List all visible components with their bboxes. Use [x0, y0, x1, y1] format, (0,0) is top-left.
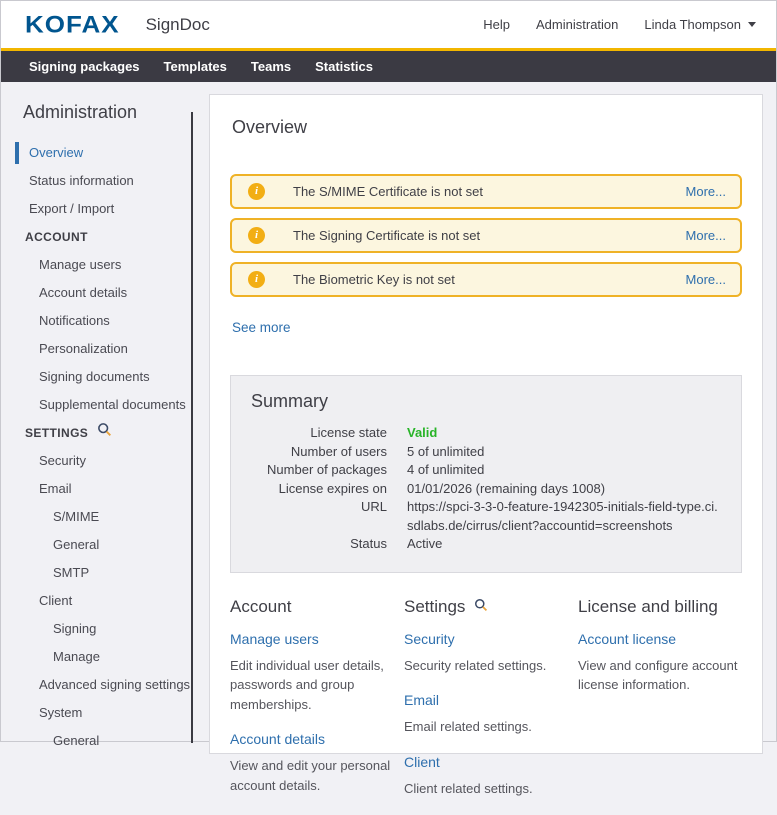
- sidebar-item-client[interactable]: Client: [1, 587, 191, 615]
- sidebar-item-status-information[interactable]: Status information: [1, 167, 191, 195]
- content-area: Administration Overview Status informati…: [1, 82, 776, 743]
- sidebar-item-supplemental-documents[interactable]: Supplemental documents: [1, 391, 191, 419]
- sidebar-item-notifications[interactable]: Notifications: [1, 307, 191, 335]
- summary-box: Summary License state Valid Number of us…: [230, 375, 742, 573]
- alert-smime-certificate: i The S/MIME Certificate is not set More…: [230, 174, 742, 209]
- sidebar-item-account-details[interactable]: Account details: [1, 279, 191, 307]
- license-billing-column: License and billing Account license View…: [578, 597, 742, 815]
- summary-row-license-state: License state Valid: [251, 424, 721, 443]
- header-links: Help Administration Linda Thompson: [483, 17, 756, 32]
- alert-text: The S/MIME Certificate is not set: [293, 184, 483, 199]
- sidebar-item-personalization[interactable]: Personalization: [1, 335, 191, 363]
- summary-row-number-of-packages: Number of packages 4 of unlimited: [251, 461, 721, 480]
- kofax-logo: KOFAX: [25, 10, 120, 39]
- summary-title: Summary: [251, 391, 721, 412]
- summary-label: URL: [251, 498, 387, 535]
- license-state-value: Valid: [407, 424, 721, 443]
- summary-value: 5 of unlimited: [407, 443, 721, 462]
- page-title: Overview: [232, 117, 742, 138]
- top-header: KOFAX SignDoc Help Administration Linda …: [1, 1, 776, 48]
- sidebar-item-advanced-signing-settings[interactable]: Advanced signing settings: [1, 671, 191, 699]
- alert-more-link[interactable]: More...: [686, 184, 726, 199]
- caret-down-icon: [748, 22, 756, 27]
- product-name: SignDoc: [146, 15, 210, 35]
- account-details-link[interactable]: Account details: [230, 731, 394, 747]
- sidebar-title: Administration: [1, 96, 191, 139]
- shortcut-columns: Account Manage users Edit individual use…: [230, 597, 742, 815]
- sidebar-item-system[interactable]: System: [1, 699, 191, 727]
- sidebar-item-email-general[interactable]: General: [1, 531, 191, 559]
- manage-users-link[interactable]: Manage users: [230, 631, 394, 647]
- sidebar-item-email[interactable]: Email: [1, 475, 191, 503]
- sidebar-item-export-import[interactable]: Export / Import: [1, 195, 191, 223]
- nav-teams[interactable]: Teams: [251, 59, 291, 74]
- sidebar-section-settings: SETTINGS: [1, 419, 191, 447]
- search-icon[interactable]: [474, 597, 488, 617]
- manage-users-description: Edit individual user details, passwords …: [230, 656, 394, 715]
- sidebar-item-system-general[interactable]: General: [1, 727, 191, 755]
- search-icon[interactable]: [97, 419, 112, 447]
- security-description: Security related settings.: [404, 656, 568, 676]
- alert-text: The Signing Certificate is not set: [293, 228, 480, 243]
- help-link[interactable]: Help: [483, 17, 510, 32]
- settings-title-label: Settings: [404, 597, 465, 617]
- nav-signing-packages[interactable]: Signing packages: [29, 59, 140, 74]
- account-license-description: View and configure account license infor…: [578, 656, 742, 695]
- sidebar-item-client-signing[interactable]: Signing: [1, 615, 191, 643]
- settings-column: Settings Security Security related setti…: [404, 597, 568, 815]
- sidebar-item-smime[interactable]: S/MIME: [1, 503, 191, 531]
- summary-url-value: https://spci-3-3-0-feature-1942305-initi…: [407, 498, 721, 535]
- alert-text: The Biometric Key is not set: [293, 272, 455, 287]
- account-column-title: Account: [230, 597, 394, 617]
- info-icon: i: [248, 227, 265, 244]
- account-details-description: View and edit your personal account deta…: [230, 756, 394, 795]
- summary-label: Number of packages: [251, 461, 387, 480]
- summary-label: Status: [251, 535, 387, 554]
- summary-label: License state: [251, 424, 387, 443]
- info-icon: i: [248, 271, 265, 288]
- sidebar-item-security[interactable]: Security: [1, 447, 191, 475]
- overview-panel: Overview i The S/MIME Certificate is not…: [209, 94, 763, 754]
- summary-row-status: Status Active: [251, 535, 721, 554]
- summary-value: 4 of unlimited: [407, 461, 721, 480]
- info-icon: i: [248, 183, 265, 200]
- summary-label: License expires on: [251, 480, 387, 499]
- main-navbar: Signing packages Templates Teams Statist…: [1, 51, 776, 82]
- email-link[interactable]: Email: [404, 692, 568, 708]
- license-billing-column-title: License and billing: [578, 597, 742, 617]
- sidebar-item-smtp[interactable]: SMTP: [1, 559, 191, 587]
- alert-more-link[interactable]: More...: [686, 228, 726, 243]
- client-link[interactable]: Client: [404, 754, 568, 770]
- user-name: Linda Thompson: [644, 17, 741, 32]
- email-description: Email related settings.: [404, 717, 568, 737]
- nav-statistics[interactable]: Statistics: [315, 59, 373, 74]
- administration-link[interactable]: Administration: [536, 17, 618, 32]
- sidebar-item-overview[interactable]: Overview: [1, 139, 191, 167]
- summary-row-license-expires: License expires on 01/01/2026 (remaining…: [251, 480, 721, 499]
- see-more-link[interactable]: See more: [232, 320, 291, 335]
- alert-list: i The S/MIME Certificate is not set More…: [230, 174, 742, 297]
- alert-more-link[interactable]: More...: [686, 272, 726, 287]
- admin-sidebar: Administration Overview Status informati…: [1, 82, 191, 743]
- client-description: Client related settings.: [404, 779, 568, 799]
- sidebar-divider: [191, 112, 193, 743]
- summary-value: Active: [407, 535, 721, 554]
- sidebar-item-signing-documents[interactable]: Signing documents: [1, 363, 191, 391]
- settings-column-title: Settings: [404, 597, 568, 617]
- user-menu[interactable]: Linda Thompson: [644, 17, 756, 32]
- sidebar-section-account: ACCOUNT: [1, 223, 191, 251]
- nav-templates[interactable]: Templates: [164, 59, 227, 74]
- summary-label: Number of users: [251, 443, 387, 462]
- summary-row-url: URL https://spci-3-3-0-feature-1942305-i…: [251, 498, 721, 535]
- security-link[interactable]: Security: [404, 631, 568, 647]
- sidebar-item-manage-users[interactable]: Manage users: [1, 251, 191, 279]
- account-license-link[interactable]: Account license: [578, 631, 742, 647]
- account-column: Account Manage users Edit individual use…: [230, 597, 394, 815]
- summary-value: 01/01/2026 (remaining days 1008): [407, 480, 721, 499]
- alert-signing-certificate: i The Signing Certificate is not set Mor…: [230, 218, 742, 253]
- sidebar-item-client-manage[interactable]: Manage: [1, 643, 191, 671]
- alert-biometric-key: i The Biometric Key is not set More...: [230, 262, 742, 297]
- summary-row-number-of-users: Number of users 5 of unlimited: [251, 443, 721, 462]
- sidebar-settings-label: SETTINGS: [25, 419, 88, 447]
